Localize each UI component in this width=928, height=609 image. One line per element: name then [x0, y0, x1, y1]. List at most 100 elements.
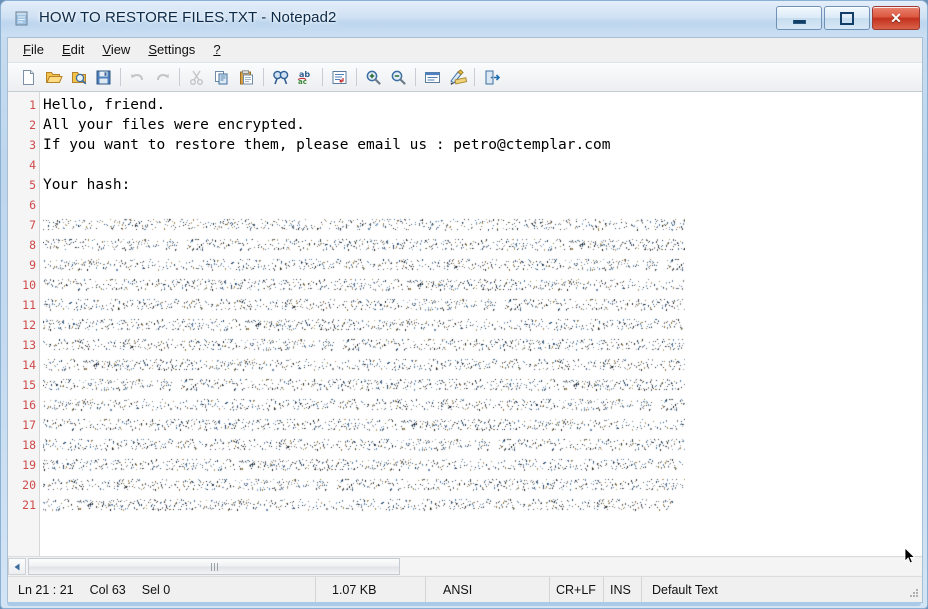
horizontal-scrollbar[interactable]: [8, 556, 922, 576]
status-encoding[interactable]: ANSI: [426, 577, 550, 602]
code-line: All your files were encrypted.: [43, 117, 305, 133]
window-title: HOW TO RESTORE FILES.TXT - Notepad2: [39, 9, 337, 26]
menu-help[interactable]: ?: [204, 39, 229, 61]
hash-line: [43, 215, 685, 235]
window-bottom-edge: [7, 602, 921, 606]
hash-line: [43, 475, 685, 495]
text-editor[interactable]: 1 2 3 4 5 6 7 8 9 10 11 12 13 14 15 16 17 18 19 20 21 Hello,…: [8, 92, 922, 556]
status-scheme[interactable]: Default Text: [642, 577, 922, 602]
status-eol[interactable]: CR+LF: [550, 577, 604, 602]
line-number: 4: [29, 158, 36, 172]
toolbar-separator: [474, 68, 475, 86]
hash-line: [43, 435, 685, 455]
line-number: 21: [22, 498, 36, 512]
scrollbar-track[interactable]: [26, 558, 922, 575]
resize-grip-icon[interactable]: [907, 587, 919, 599]
code-line: If you want to restore them, please emai…: [43, 137, 611, 153]
new-file-icon[interactable]: [16, 65, 41, 89]
line-number: 12: [22, 318, 36, 332]
line-number: 19: [22, 458, 36, 472]
hash-line: [43, 415, 685, 435]
copy-icon[interactable]: [209, 65, 234, 89]
notepad-document-icon: [13, 10, 31, 28]
line-number-gutter: 1 2 3 4 5 6 7 8 9 10 11 12 13 14 15 16 17 18 19 20 21: [8, 92, 40, 556]
close-icon: ✕: [890, 10, 902, 26]
line-number: 3: [29, 138, 36, 152]
paste-icon[interactable]: [234, 65, 259, 89]
line-number: 10: [22, 278, 36, 292]
hash-line: [43, 255, 685, 275]
toolbar-separator: [356, 68, 357, 86]
line-number: 20: [22, 478, 36, 492]
save-file-icon[interactable]: [91, 65, 116, 89]
find-icon[interactable]: [268, 65, 293, 89]
client-area: File Edit View Settings ? ab ac 1 2 3 4 …: [7, 37, 923, 603]
toolbar-separator: [120, 68, 121, 86]
scheme-icon[interactable]: [445, 65, 470, 89]
line-number: 18: [22, 438, 36, 452]
line-number: 1: [29, 98, 36, 112]
status-insert-mode[interactable]: INS: [604, 577, 642, 602]
status-position: Ln 21 : 21 Col 63 Sel 0: [8, 577, 316, 602]
menu-view[interactable]: View: [93, 39, 139, 61]
notepad2-window: HOW TO RESTORE FILES.TXT - Notepad2 ✕ Fi…: [0, 0, 928, 609]
menubar: File Edit View Settings ?: [8, 38, 922, 62]
code-line: Your hash:: [43, 177, 131, 193]
cut-icon[interactable]: [184, 65, 209, 89]
toolbar-separator: [415, 68, 416, 86]
scrollbar-thumb[interactable]: [28, 558, 400, 575]
hash-line: [43, 335, 685, 355]
code-content[interactable]: Hello, friend. All your files were encryp…: [40, 92, 922, 556]
minimize-icon: [792, 19, 806, 24]
hash-line: [43, 355, 685, 375]
window-controls: ✕: [776, 6, 920, 30]
toolbar: ab ac: [8, 62, 922, 92]
status-filesize: 1.07 KB: [316, 577, 426, 602]
exit-icon[interactable]: [479, 65, 504, 89]
minimize-button[interactable]: [776, 6, 822, 30]
replace-icon[interactable]: ab ac: [293, 65, 318, 89]
line-number: 6: [29, 198, 36, 212]
statusbar: Ln 21 : 21 Col 63 Sel 0 1.07 KB ANSI CR+…: [8, 576, 922, 602]
close-button[interactable]: ✕: [872, 6, 920, 30]
status-selection: Sel 0: [141, 582, 171, 597]
redo-icon[interactable]: [150, 65, 175, 89]
line-number: 17: [22, 418, 36, 432]
hash-line: [43, 455, 685, 475]
menu-settings[interactable]: Settings: [139, 39, 204, 61]
line-number: 11: [22, 298, 36, 312]
hash-line: [43, 495, 685, 515]
line-number: 8: [29, 238, 36, 252]
hash-line: [43, 395, 685, 415]
hash-line: [43, 375, 685, 395]
menu-file[interactable]: File: [14, 39, 53, 61]
scroll-left-arrow-icon[interactable]: [8, 558, 26, 575]
titlebar[interactable]: HOW TO RESTORE FILES.TXT - Notepad2 ✕: [1, 1, 927, 37]
grip-icon: [210, 562, 218, 571]
line-number: 15: [22, 378, 36, 392]
show-whitespace-icon[interactable]: [420, 65, 445, 89]
menu-edit[interactable]: Edit: [53, 39, 93, 61]
open-file-icon[interactable]: [41, 65, 66, 89]
undo-icon[interactable]: [125, 65, 150, 89]
toolbar-separator: [179, 68, 180, 86]
zoom-out-icon[interactable]: [386, 65, 411, 89]
line-number: 7: [29, 218, 36, 232]
hash-line: [43, 235, 685, 255]
hash-line: [43, 275, 685, 295]
maximize-button[interactable]: [824, 6, 870, 30]
line-number: 2: [29, 118, 36, 132]
line-number: 16: [22, 398, 36, 412]
toolbar-separator: [322, 68, 323, 86]
status-line: Ln 21 : 21: [18, 582, 74, 597]
zoom-in-icon[interactable]: [361, 65, 386, 89]
line-number: 13: [22, 338, 36, 352]
line-number: 5: [29, 178, 36, 192]
browse-file-icon[interactable]: [66, 65, 91, 89]
code-line: Hello, friend.: [43, 97, 166, 113]
status-column: Col 63: [89, 582, 126, 597]
line-number: 14: [22, 358, 36, 372]
maximize-icon: [840, 11, 854, 25]
word-wrap-icon[interactable]: [327, 65, 352, 89]
